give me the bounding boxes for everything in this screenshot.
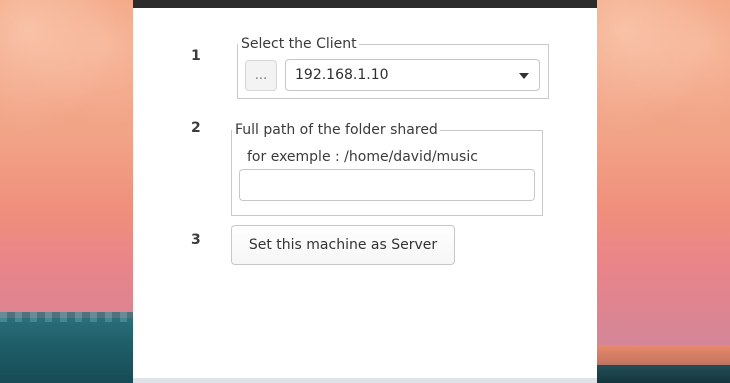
client-select-value: 192.168.1.10 [295,67,389,83]
folder-group: Full path of the folder shared for exemp… [231,122,543,216]
share-setup-dialog: 1 Select the Client ... 192.168.1.10 2 F… [133,0,597,383]
dialog-bottom-border [133,378,597,383]
client-group-legend: Select the Client [238,36,359,52]
folder-group-legend: Full path of the folder shared [232,122,440,138]
chevron-down-icon [519,73,529,79]
desktop-wallpaper-left [0,0,133,383]
client-select[interactable]: 192.168.1.10 [285,59,540,91]
browse-clients-button[interactable]: ... [245,60,277,91]
folder-path-hint: for exemple : /home/david/music [247,149,478,165]
desktop-wallpaper-right [597,0,730,383]
client-group: Select the Client ... 192.168.1.10 [237,36,549,99]
step-number-1: 1 [191,48,201,64]
dialog-titlebar [133,0,597,8]
step-number-3: 3 [191,232,201,248]
step-number-2: 2 [191,120,201,136]
set-server-button[interactable]: Set this machine as Server [231,225,455,265]
folder-path-input[interactable] [239,169,535,201]
